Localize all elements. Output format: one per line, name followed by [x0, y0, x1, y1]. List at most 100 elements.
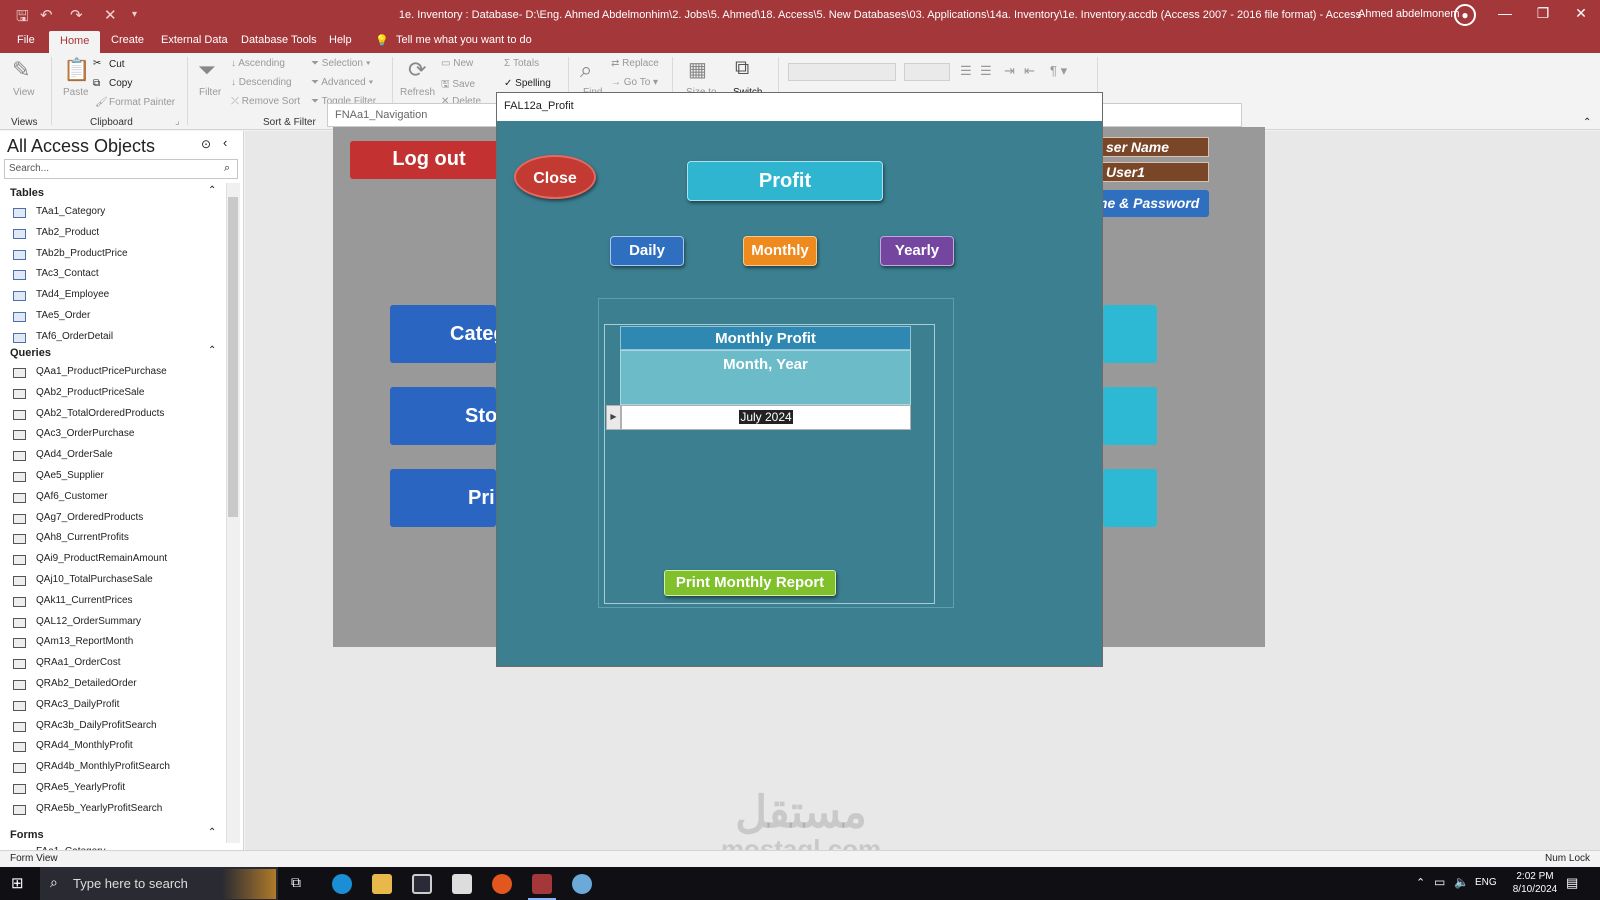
refresh-icon[interactable]: ⟳	[408, 57, 426, 83]
taskbar-clock[interactable]: 2:02 PM 8/10/2024	[1510, 870, 1560, 896]
month-year-cell[interactable]: July 2024	[621, 405, 911, 430]
filter-icon[interactable]: ⏷	[198, 57, 216, 83]
clipboard-launcher-icon[interactable]: ⌟	[175, 116, 180, 127]
nav-query-item[interactable]: QAd4_OrderSale	[36, 449, 113, 460]
mail-icon[interactable]	[452, 874, 472, 894]
nav-query-item[interactable]: QRAb2_DetailedOrder	[36, 678, 137, 689]
find-icon[interactable]: ⌕	[580, 57, 592, 83]
volume-icon[interactable]: 🔈	[1454, 875, 1469, 889]
nav-section-queries[interactable]: Queries	[10, 347, 51, 359]
nav-query-item[interactable]: QAg7_OrderedProducts	[36, 512, 143, 523]
show-hidden-icons-icon[interactable]: ⌃	[1416, 876, 1425, 889]
nav-query-item[interactable]: QRAd4b_MonthlyProfitSearch	[36, 761, 170, 772]
view-icon[interactable]: ✎	[12, 57, 30, 83]
descending-button[interactable]: ↓ Descending	[231, 77, 292, 88]
nav-query-item[interactable]: QAm13_ReportMonth	[36, 636, 133, 647]
edge-icon[interactable]	[332, 874, 352, 894]
profit-button[interactable]: Profit	[687, 161, 883, 201]
tell-me-box[interactable]: Tell me what you want to do	[396, 34, 532, 46]
numbering-icon[interactable]: ☰	[980, 63, 992, 79]
tab-home[interactable]: Home	[49, 31, 101, 53]
stock-button[interactable]: Sto	[390, 387, 497, 445]
nav-table-item[interactable]: TAa1_Category	[36, 206, 105, 217]
nav-table-item[interactable]: TAb2b_ProductPrice	[36, 248, 128, 259]
user-name[interactable]: Ahmed abdelmonem	[1358, 8, 1460, 20]
nav-query-item[interactable]: QRAc3_DailyProfit	[36, 699, 119, 710]
yearly-button[interactable]: Yearly	[880, 236, 954, 266]
shutter-bar-icon[interactable]: ‹	[223, 135, 227, 150]
nav-table-item[interactable]: TAc3_Contact	[36, 268, 99, 279]
nav-query-item[interactable]: QAb2_TotalOrderedProducts	[36, 408, 164, 419]
go-to-button[interactable]: → Go To ▾	[611, 77, 658, 88]
selection-button[interactable]: ⏷ Selection ▾	[311, 58, 371, 69]
nav-right-button-3[interactable]	[1103, 469, 1157, 527]
switch-windows-icon[interactable]: ⧉	[735, 57, 749, 80]
collapse-chevron-icon[interactable]: ⌃	[208, 827, 216, 838]
size-to-fit-icon[interactable]: ▦	[688, 57, 707, 82]
font-name-select[interactable]	[788, 63, 896, 81]
nav-query-item[interactable]: QAb2_ProductPriceSale	[36, 387, 144, 398]
nav-section-tables[interactable]: Tables	[10, 187, 44, 199]
nav-query-item[interactable]: QAj10_TotalPurchaseSale	[36, 574, 153, 585]
outdent-icon[interactable]: ⇤	[1024, 63, 1035, 79]
nav-query-item[interactable]: QAc3_OrderPurchase	[36, 428, 134, 439]
close-button[interactable]: Close	[514, 155, 596, 199]
nav-section-forms[interactable]: Forms	[10, 829, 44, 841]
nav-table-item[interactable]: TAf6_OrderDetail	[36, 331, 113, 342]
filter-button[interactable]: Filter	[199, 87, 221, 98]
spelling-button[interactable]: ✓ Spelling	[504, 78, 551, 89]
paragraph-direction-icon[interactable]: ¶ ▾	[1050, 63, 1067, 79]
nav-table-item[interactable]: TAe5_Order	[36, 310, 90, 321]
record-selector[interactable]: ▶	[606, 405, 621, 430]
collapse-chevron-icon[interactable]: ⌃	[208, 345, 216, 356]
new-record-button[interactable]: ▭ New	[441, 58, 473, 69]
view-button[interactable]: View	[13, 87, 35, 98]
minimize-button[interactable]: —	[1490, 5, 1520, 21]
save-record-button[interactable]: 🖫 Save	[441, 77, 475, 94]
nav-query-item[interactable]: QRAe5b_YearlyProfitSearch	[36, 803, 162, 814]
restore-button[interactable]: ❐	[1528, 5, 1558, 22]
nav-query-item[interactable]: QAk11_CurrentPrices	[36, 595, 133, 606]
nav-query-item[interactable]: QAh8_CurrentProfits	[36, 532, 129, 543]
replace-button[interactable]: ⇄ Replace	[611, 58, 659, 69]
nav-query-item[interactable]: QAL12_OrderSummary	[36, 616, 141, 627]
tab-create[interactable]: Create	[111, 34, 144, 46]
tab-help[interactable]: Help	[329, 34, 352, 46]
notification-icon[interactable]: ▤	[1566, 875, 1578, 891]
cut-button[interactable]: Cut	[109, 59, 125, 70]
nav-query-item[interactable]: QRAa1_OrderCost	[36, 657, 120, 668]
user-avatar-icon[interactable]: ●	[1454, 4, 1476, 26]
indent-icon[interactable]: ⇥	[1004, 63, 1015, 79]
nav-query-item[interactable]: QAe5_Supplier	[36, 470, 104, 481]
access-icon[interactable]	[532, 874, 552, 894]
font-size-select[interactable]	[904, 63, 950, 81]
language-indicator[interactable]: ENG	[1475, 877, 1497, 888]
nav-query-item[interactable]: QAf6_Customer	[36, 491, 108, 502]
nav-search-input[interactable]: Search...	[4, 159, 238, 179]
paste-icon[interactable]: 📋	[63, 57, 90, 83]
task-view-icon[interactable]: ⧉	[291, 874, 301, 891]
categories-button[interactable]: Categ	[390, 305, 506, 363]
nav-query-item[interactable]: QRAe5_YearlyProfit	[36, 782, 125, 793]
nav-query-item[interactable]: QRAd4_MonthlyProfit	[36, 740, 133, 751]
paste-button[interactable]: Paste	[63, 87, 89, 98]
nav-query-item[interactable]: QRAc3b_DailyProfitSearch	[36, 720, 157, 731]
format-painter-button[interactable]: Format Painter	[109, 97, 175, 108]
tab-external-data[interactable]: External Data	[161, 34, 228, 46]
bullets-icon[interactable]: ☰	[960, 63, 972, 79]
collapse-chevron-icon[interactable]: ⌃	[208, 185, 216, 196]
collapse-ribbon-icon[interactable]: ⌃	[1583, 117, 1591, 128]
tab-database-tools[interactable]: Database Tools	[241, 34, 317, 46]
print-monthly-report-button[interactable]: Print Monthly Report	[664, 570, 836, 596]
nav-query-item[interactable]: QAi9_ProductRemainAmount	[36, 553, 167, 564]
network-icon[interactable]: ▭	[1434, 875, 1445, 889]
nav-right-button-2[interactable]	[1103, 387, 1157, 445]
nav-table-item[interactable]: TAb2_Product	[36, 227, 99, 238]
refresh-button[interactable]: Refresh	[400, 87, 435, 98]
nav-query-item[interactable]: QAa1_ProductPricePurchase	[36, 366, 167, 377]
totals-button[interactable]: Σ Totals	[504, 58, 539, 69]
logout-button[interactable]: Log out	[350, 141, 508, 179]
store-icon[interactable]	[412, 874, 432, 894]
remove-sort-button[interactable]: ⤫ Remove Sort	[231, 96, 300, 107]
ascending-button[interactable]: ↓ Ascending	[231, 58, 285, 69]
